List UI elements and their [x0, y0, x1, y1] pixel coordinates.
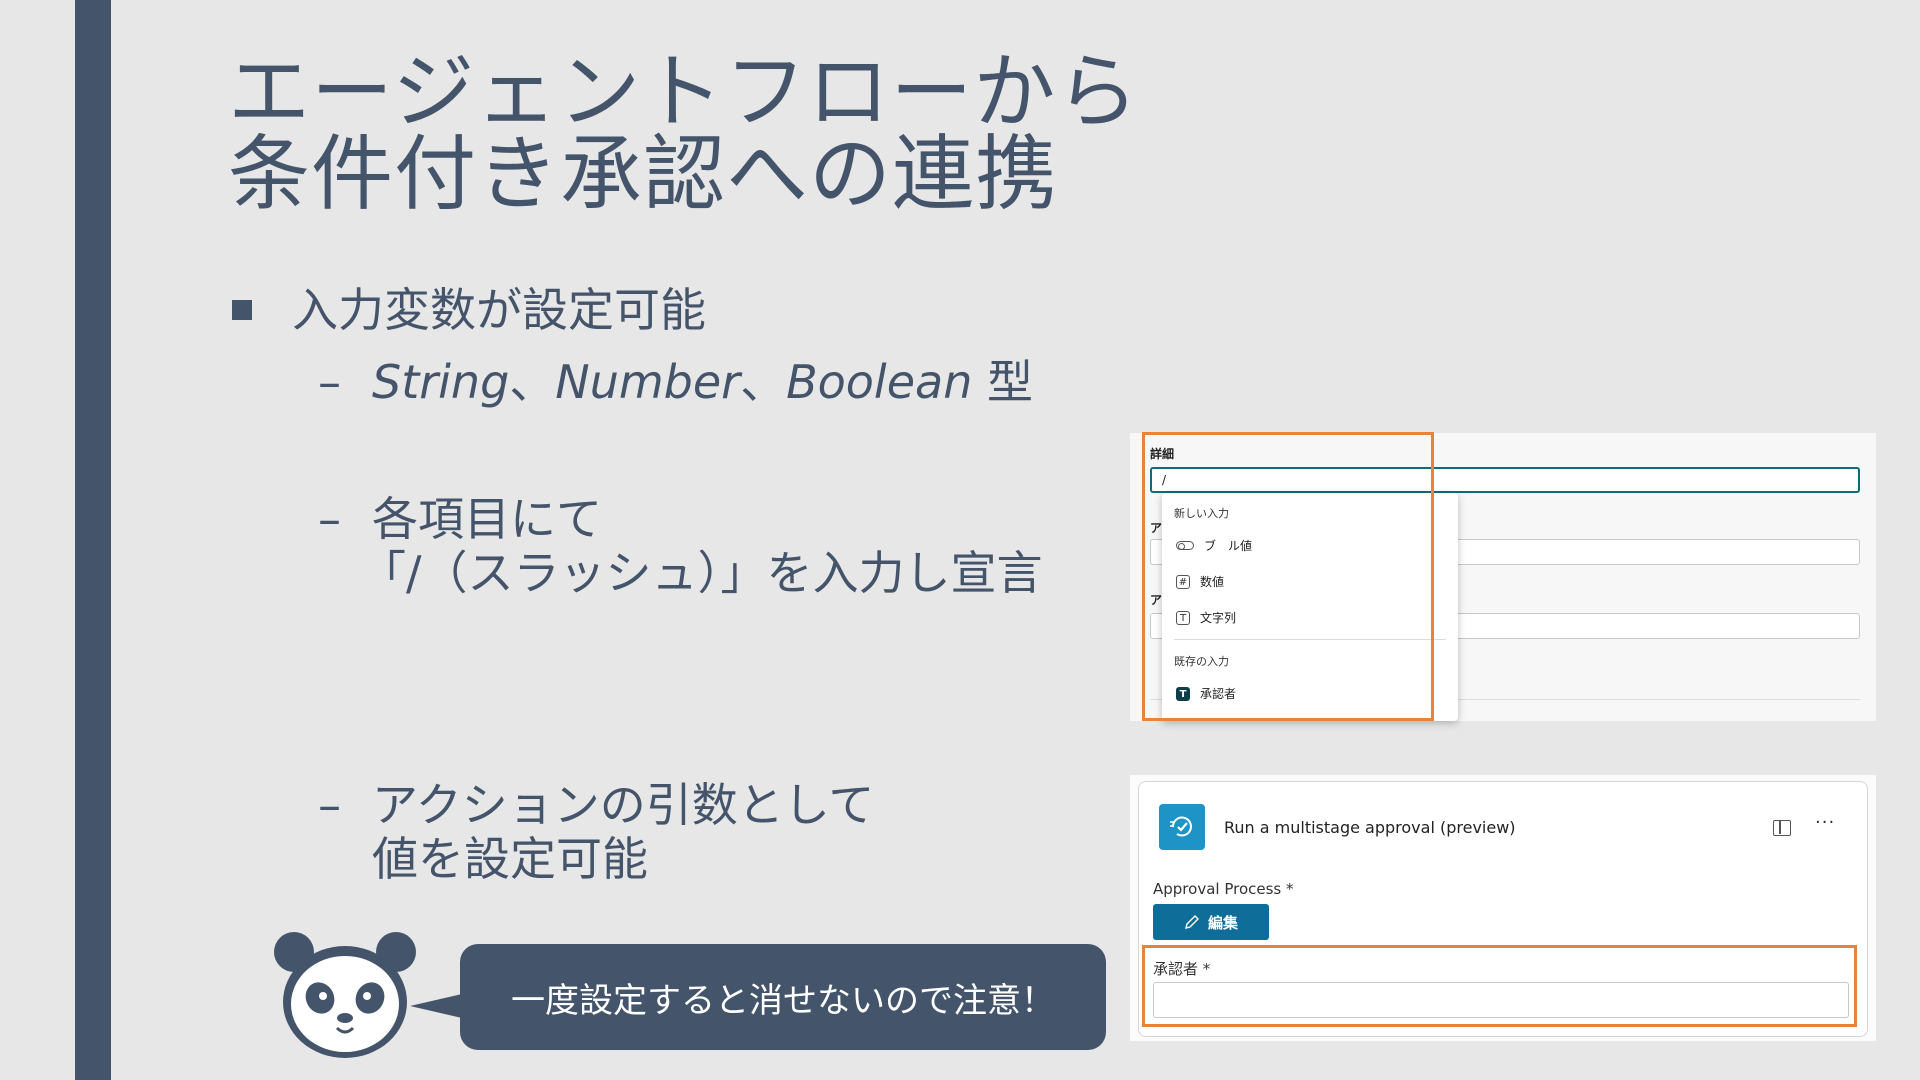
- edit-button-label: 編集: [1207, 914, 1238, 932]
- type-boolean: Boolean: [786, 355, 973, 409]
- sub-bullet-types: String、Number、Boolean 型: [372, 355, 1033, 409]
- slash-line-2: 「/（スラッシュ）」を入力し宣言: [360, 546, 1043, 600]
- title-line-2: 条件付き承認への連携: [228, 127, 1059, 222]
- speech-text: 一度設定すると消せないので注意！: [511, 980, 1055, 1021]
- dash-1: –: [318, 355, 341, 409]
- square-bullet-icon: [232, 299, 252, 320]
- speech-bubble-tail: [410, 994, 462, 1018]
- panda-icon: [274, 932, 416, 1058]
- edit-button[interactable]: 編集: [1153, 904, 1269, 940]
- panel-toggle-icon[interactable]: [1773, 820, 1791, 836]
- action-line-1: アクションの引数として: [372, 778, 875, 832]
- bullet-text: 入力変数が設定可能: [292, 283, 706, 337]
- type-string: String: [372, 355, 510, 409]
- highlight-box-approver: [1142, 945, 1857, 1027]
- type-suffix: 型: [972, 355, 1033, 409]
- dash-2: –: [318, 492, 341, 546]
- slide-title: エージェントフローから 条件付き承認への連携: [228, 52, 1139, 216]
- sidebar-accent-bar: [75, 0, 111, 1080]
- title-line-1: エージェントフローから: [228, 45, 1140, 140]
- more-options-icon[interactable]: ···: [1815, 812, 1835, 833]
- slash-line-1: 各項目にて: [372, 492, 602, 546]
- sep-1: 、: [509, 355, 556, 409]
- approval-process-label: Approval Process *: [1153, 880, 1294, 898]
- highlight-box-dropdown: [1142, 432, 1434, 721]
- bullet-input-variables: 入力変数が設定可能: [232, 282, 706, 338]
- dash-3: –: [318, 778, 341, 832]
- pencil-icon: [1185, 915, 1199, 929]
- sep-2: 、: [740, 355, 787, 409]
- sub-bullet-action-args: アクションの引数として 値を設定可能: [372, 778, 874, 886]
- type-number: Number: [555, 355, 741, 409]
- speech-bubble: 一度設定すると消せないので注意！: [460, 944, 1106, 1050]
- approval-app-icon: [1159, 804, 1205, 850]
- action-line-2: 値を設定可能: [372, 832, 648, 886]
- sub-bullet-slash: 各項目にて 「/（スラッシュ）」を入力し宣言: [360, 492, 1043, 600]
- action-title: Run a multistage approval (preview): [1224, 818, 1516, 837]
